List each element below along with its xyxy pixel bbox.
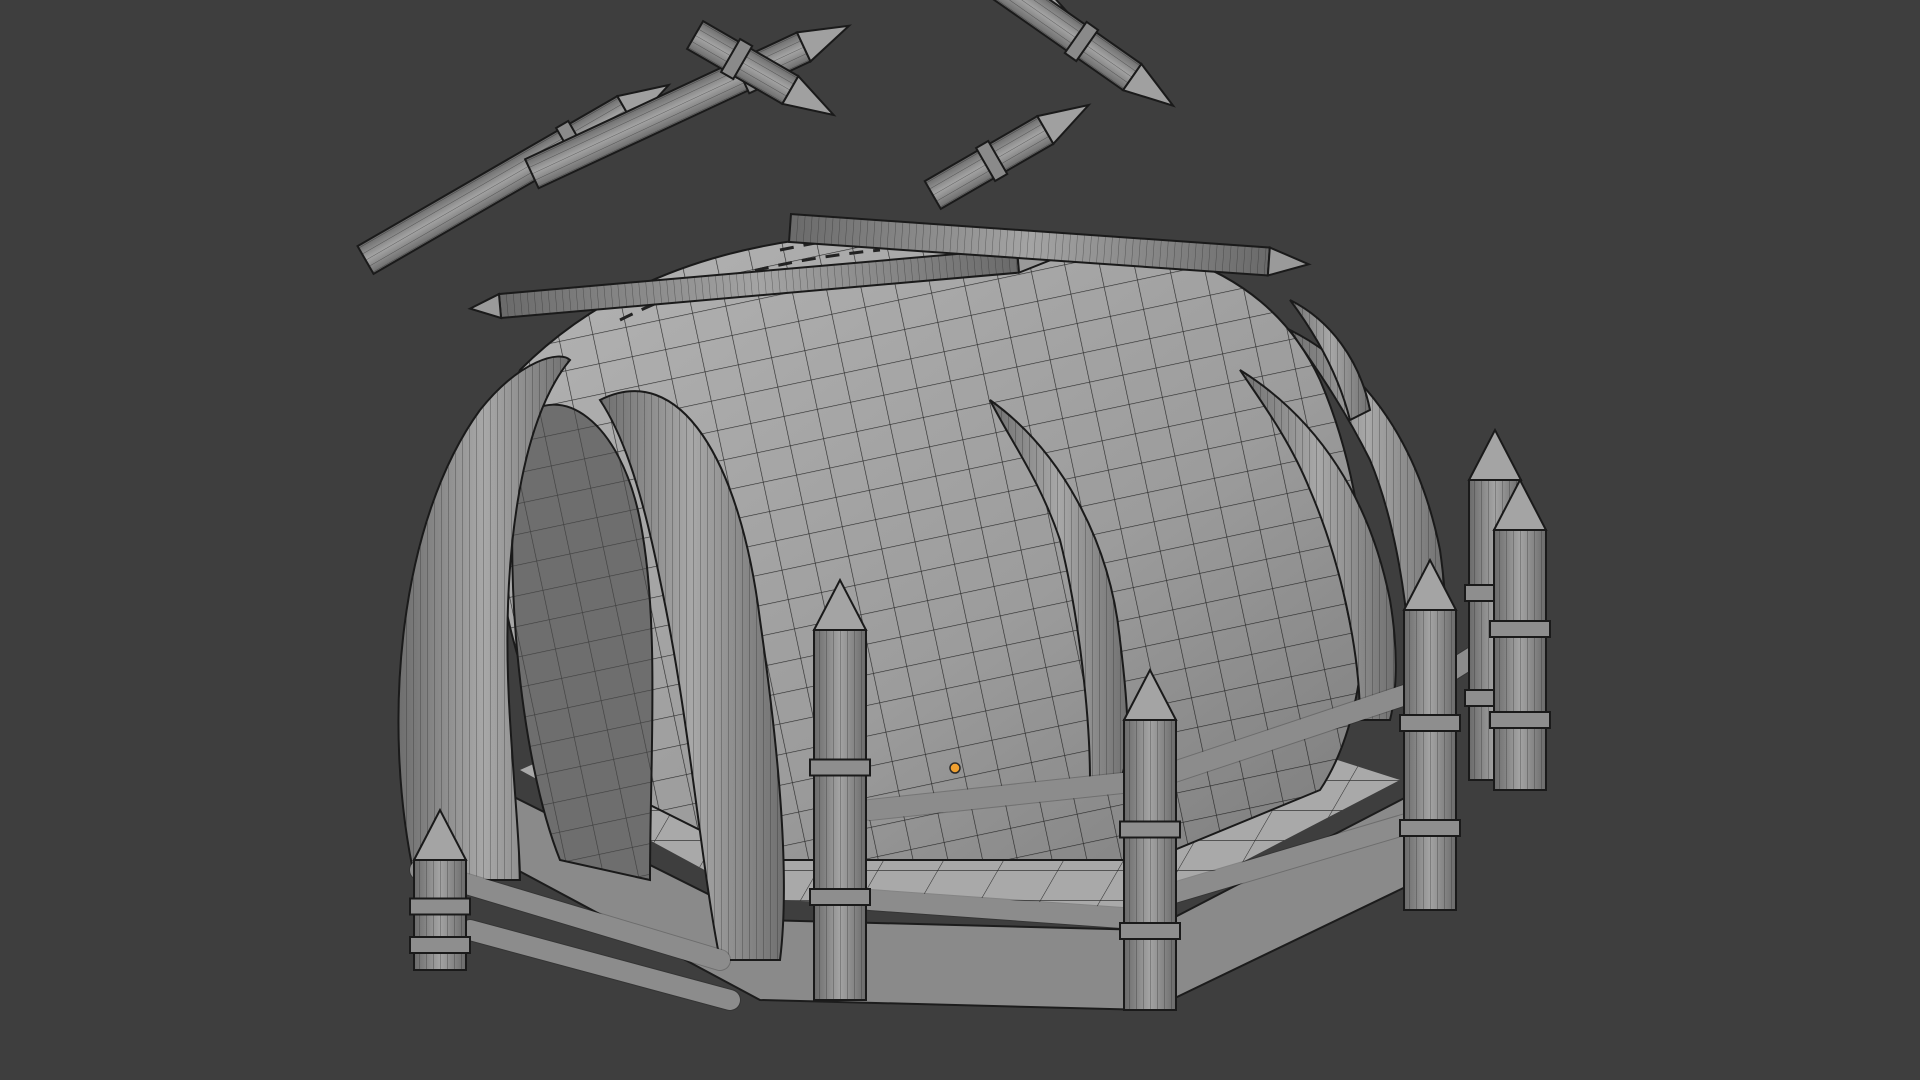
fence-post (809, 577, 871, 1001)
roof-stake (923, 103, 1092, 211)
roof-stake (356, 83, 672, 276)
fence-post (1119, 667, 1181, 1011)
3d-viewport[interactable] (0, 0, 1920, 1080)
tent-canopy (493, 228, 1366, 882)
object-origin-point[interactable] (949, 762, 961, 774)
fence-post (1399, 557, 1461, 911)
fence-post (1489, 477, 1551, 791)
mesh-object[interactable] (0, 0, 1920, 1080)
roof-stake (982, 0, 1176, 108)
